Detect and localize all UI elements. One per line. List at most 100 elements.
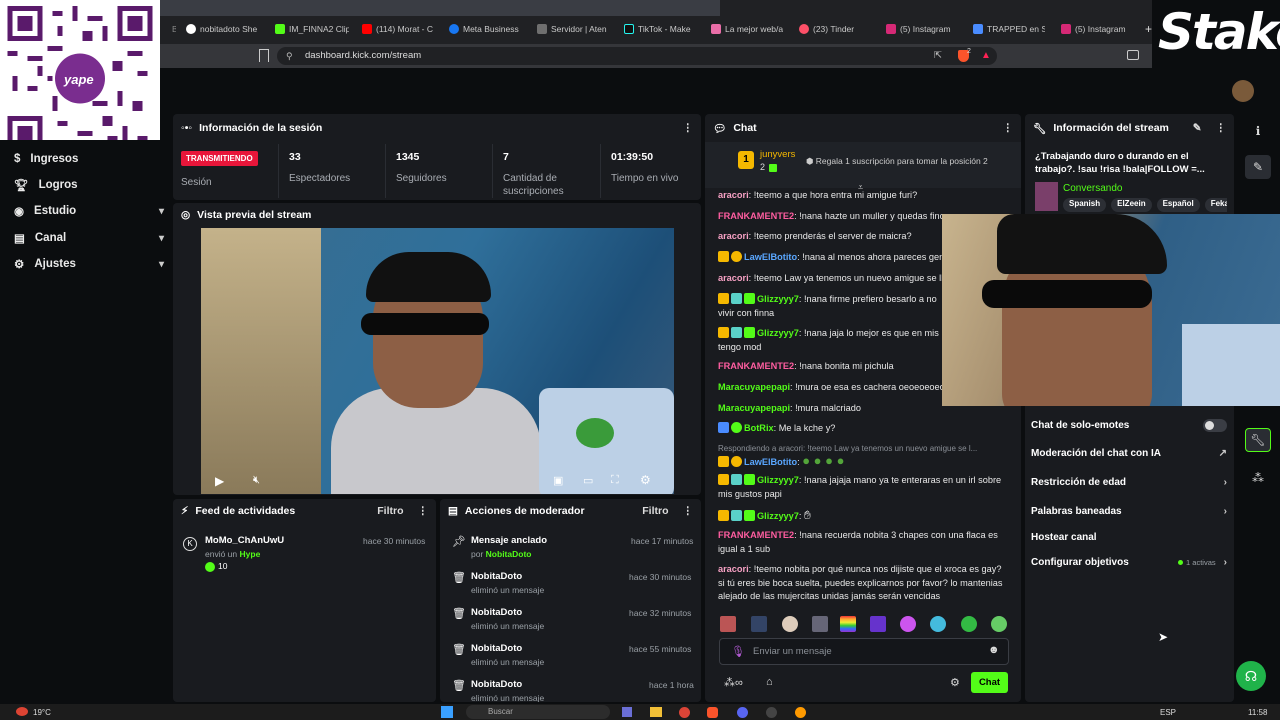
taskbar-search[interactable]: Buscar xyxy=(466,705,610,719)
modaction-user[interactable]: NobitaDoto xyxy=(486,549,532,559)
firefox-icon[interactable] xyxy=(795,707,806,718)
browser-tab[interactable]: TikTok - Make xyxy=(624,20,698,38)
activity-icon[interactable]: ⁂∞ xyxy=(724,676,743,689)
obs-icon[interactable] xyxy=(766,707,777,718)
send-chat-button[interactable]: Chat xyxy=(971,672,1008,693)
chat-username[interactable]: Glizzyyy7 xyxy=(757,328,799,338)
site-info-icon[interactable]: ⚲ xyxy=(286,47,293,65)
file-explorer-icon[interactable] xyxy=(650,707,662,717)
chat-username[interactable]: LawElBotito xyxy=(744,457,797,467)
info-icon[interactable]: ℹ︎ xyxy=(1245,119,1271,143)
browser-tab[interactable]: La mejor web/a xyxy=(711,20,783,38)
emote-only-toggle[interactable] xyxy=(1203,419,1227,432)
setting-host-channel[interactable]: Hostear canal xyxy=(1031,532,1227,543)
browser-tab[interactable]: nobitadoto She xyxy=(186,20,258,38)
more-options-icon[interactable]: ⋮ xyxy=(1216,122,1227,134)
sidebar-toggle-icon[interactable] xyxy=(1127,50,1139,60)
pip-icon[interactable]: ▣ xyxy=(553,474,563,487)
chat-settings-icon[interactable]: ⚙ xyxy=(950,676,960,689)
edit-pencil-icon[interactable]: ✎ xyxy=(1193,122,1202,134)
emote-icon[interactable] xyxy=(930,616,946,632)
setting-banned-words[interactable]: Palabras baneadas › xyxy=(1031,506,1227,517)
mic-icon[interactable]: 🎙︎ xyxy=(731,645,745,658)
chat-username[interactable]: Glizzyyy7 xyxy=(757,475,799,485)
wrench-rail-icon[interactable]: 🔧︎ xyxy=(1245,428,1271,452)
setting-age-restriction[interactable]: Restricción de edad › xyxy=(1031,477,1227,488)
emote-icon[interactable] xyxy=(720,616,736,632)
gift-prompt-row[interactable]: ⬢ Regala 1 suscripción para tomar la pos… xyxy=(806,156,988,167)
chat-username[interactable]: Glizzyyy7 xyxy=(757,294,799,304)
chat-username[interactable]: FRANKAMENTE2 xyxy=(718,211,794,221)
share-icon[interactable]: ⇱ xyxy=(934,47,942,65)
browser-tab[interactable]: (5) Instagram xyxy=(886,20,958,38)
chrome-icon[interactable] xyxy=(679,707,690,718)
avatar[interactable] xyxy=(1232,80,1254,102)
chat-username[interactable]: FRANKAMENTE2 xyxy=(718,530,794,540)
brave-rewards-icon[interactable]: ▲ xyxy=(981,47,991,65)
browser-tab[interactable]: TRAPPED en St xyxy=(973,20,1045,38)
browser-tab[interactable]: (23) Tinder xyxy=(799,20,871,38)
language-indicator[interactable]: ESP xyxy=(1160,708,1176,717)
browser-tab[interactable]: (114) Morat - C xyxy=(362,20,434,38)
setting-goals[interactable]: Configurar objetivos 1 activas › xyxy=(1031,557,1227,568)
emoji-icon[interactable]: ☻ xyxy=(988,644,1000,656)
sidebar-item-ingresos[interactable]: $ Ingresos xyxy=(14,149,164,169)
browser-tab[interactable]: IM_FINNA2 Clip xyxy=(275,20,349,38)
chat-input[interactable]: 🎙︎ Enviar un mensaje ☻ xyxy=(719,638,1009,665)
emote-icon[interactable] xyxy=(751,616,767,632)
top-gifter-user[interactable]: junyvers xyxy=(760,149,795,160)
tag-pill[interactable]: Español xyxy=(1156,198,1200,212)
emote-icon[interactable] xyxy=(991,616,1007,632)
more-options-icon[interactable]: ⋮ xyxy=(683,505,694,517)
sidebar-item-logros[interactable]: 🏆︎ Logros xyxy=(14,175,164,195)
chat-username[interactable]: aracori xyxy=(718,273,749,283)
setting-emote-only[interactable]: Chat de solo-emotes xyxy=(1031,419,1227,432)
stream-category[interactable]: Conversando xyxy=(1063,183,1122,194)
store-icon[interactable]: ⌂ xyxy=(766,676,773,688)
tag-pill[interactable]: ElZeein xyxy=(1111,198,1152,212)
sidebar-item-ajustes[interactable]: ⚙ Ajustes ▾ xyxy=(14,254,164,274)
browser-tab[interactable]: (5) Instagram xyxy=(1061,20,1137,38)
settings-gear-icon[interactable]: ⚙ xyxy=(640,473,651,487)
browser-tab[interactable]: Servidor | Aten xyxy=(537,20,609,38)
more-options-icon[interactable]: ⋮ xyxy=(683,122,694,134)
sidebar-item-estudio[interactable]: ◉ Estudio ▾ xyxy=(14,201,164,221)
tag-pill[interactable]: Feka xyxy=(1204,198,1227,212)
chat-username[interactable]: aracori xyxy=(718,564,749,574)
filter-button[interactable]: Filtro xyxy=(642,505,668,517)
fullscreen-icon[interactable]: ⛶ xyxy=(611,474,619,487)
support-headset-icon[interactable]: ☊ xyxy=(1236,661,1266,691)
url-field[interactable]: ⚲ dashboard.kick.com/stream ⇱ 2 ▲ xyxy=(277,47,997,65)
pride-emote-icon[interactable] xyxy=(840,616,856,632)
windows-start-icon[interactable] xyxy=(441,706,453,718)
chat-username[interactable]: aracori xyxy=(718,190,749,200)
bookmark-icon[interactable] xyxy=(259,49,269,62)
apps-icon[interactable]: ⁂ xyxy=(1245,466,1271,490)
chat-username[interactable]: Maracuyapepapi xyxy=(718,382,790,392)
emote-icon[interactable] xyxy=(870,616,886,632)
chat-username[interactable]: BotRix xyxy=(744,423,774,433)
sidebar-item-canal[interactable]: ▤ Canal ▾ xyxy=(14,228,164,248)
setting-ai-moderation[interactable]: Moderación del chat con IA ↗ xyxy=(1031,448,1227,459)
chat-username[interactable]: aracori xyxy=(718,231,749,241)
chat-username[interactable]: Maracuyapepapi xyxy=(718,403,790,413)
emote-icon[interactable] xyxy=(782,616,798,632)
play-icon[interactable]: ▶ xyxy=(215,474,224,488)
chat-username[interactable]: LawElBotito xyxy=(744,252,797,262)
more-options-icon[interactable]: ⋮ xyxy=(418,505,429,517)
feed-user[interactable]: MoMo_ChAnUwU xyxy=(205,535,284,546)
mute-icon[interactable]: 🔇︎ xyxy=(253,474,260,487)
teams-icon[interactable] xyxy=(622,707,632,717)
theater-icon[interactable]: ▭ xyxy=(583,474,593,487)
emote-icon[interactable] xyxy=(961,616,977,632)
stream-video[interactable]: ▶ 🔇︎ ▣ ▭ ⛶ ⚙ xyxy=(201,228,674,494)
tag-pill[interactable]: Spanish xyxy=(1063,198,1107,212)
more-options-icon[interactable]: ⋮ xyxy=(1003,122,1014,134)
chat-username[interactable]: Glizzyyy7 xyxy=(757,511,799,521)
clock[interactable]: 11:58 xyxy=(1248,708,1267,717)
edit-rail-icon[interactable]: ✎ xyxy=(1245,155,1271,179)
browser-tab[interactable]: Meta Business xyxy=(449,20,523,38)
discord-icon[interactable] xyxy=(737,707,748,718)
brave-taskbar-icon[interactable] xyxy=(707,707,718,718)
emote-icon[interactable] xyxy=(900,616,916,632)
